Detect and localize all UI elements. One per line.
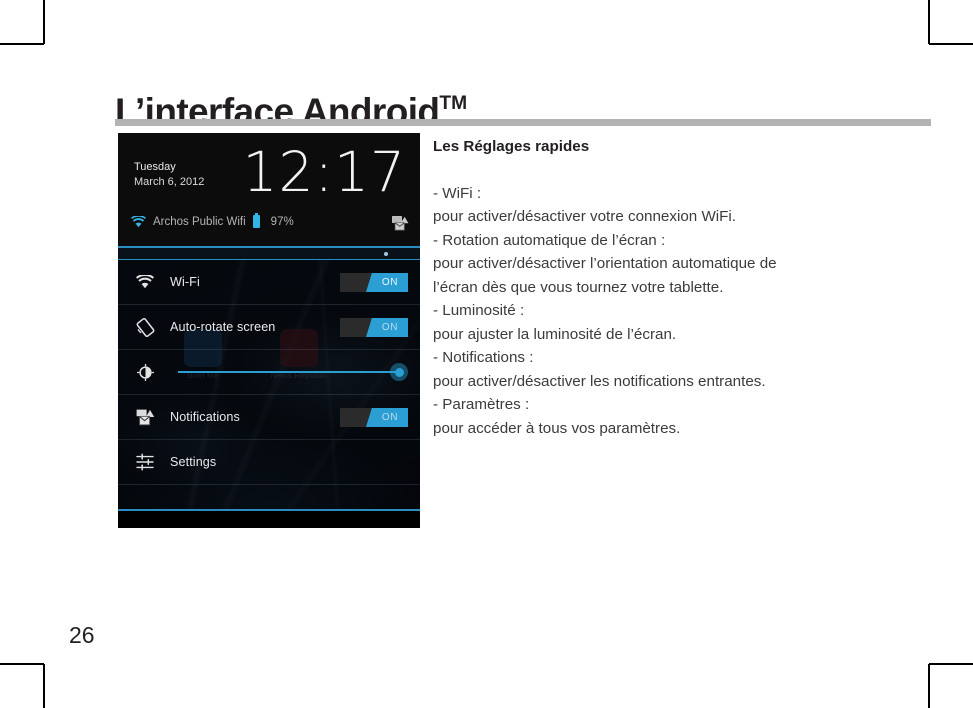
quick-setting-label: Auto-rotate screen bbox=[170, 320, 276, 334]
body-line: pour activer/désactiver l’orientation au… bbox=[433, 255, 777, 272]
body-line: pour activer/désactiver les notification… bbox=[433, 372, 766, 390]
toggle-state-label: ON bbox=[366, 273, 408, 292]
quick-setting-notifications[interactable]: Notifications ON bbox=[118, 395, 420, 440]
body-line: - Paramètres : bbox=[433, 396, 530, 413]
crop-mark-top-right-vertical bbox=[928, 0, 930, 44]
wifi-icon bbox=[132, 275, 158, 289]
body-copy: Les Réglages rapides - WiFi : pour activ… bbox=[433, 135, 903, 440]
crop-mark-bottom-right-vertical bbox=[928, 664, 930, 708]
date-block: Tuesday March 6, 2012 bbox=[134, 160, 204, 190]
body-lead: Les Réglages rapides bbox=[433, 138, 590, 155]
status-row: Archos Public Wifi 97% bbox=[131, 213, 294, 228]
handle-dot-icon bbox=[384, 252, 388, 256]
brightness-slider[interactable] bbox=[178, 363, 408, 381]
wifi-icon bbox=[131, 215, 146, 228]
battery-icon bbox=[252, 213, 260, 228]
notifications-toggle[interactable]: ON bbox=[340, 408, 408, 427]
weekday-label: Tuesday bbox=[134, 161, 176, 173]
wifi-ssid-label: Archos Public Wifi bbox=[153, 215, 246, 228]
quick-setting-label: Settings bbox=[170, 455, 217, 469]
body-line: - Luminosité : bbox=[433, 302, 525, 319]
crop-mark-top-right-horizontal bbox=[929, 43, 973, 45]
clock-label: 12:17 bbox=[242, 140, 406, 204]
body-line: pour accéder à tous vos paramètres. bbox=[433, 419, 681, 437]
quick-setting-settings[interactable]: Settings bbox=[118, 440, 420, 485]
notification-icon bbox=[132, 409, 158, 426]
battery-percent-label: 97% bbox=[270, 215, 294, 228]
crop-mark-bottom-left-vertical bbox=[43, 664, 45, 708]
navigation-bar[interactable] bbox=[118, 511, 420, 528]
crop-mark-top-left-vertical bbox=[43, 0, 45, 44]
body-line: - Notifications : bbox=[433, 349, 534, 366]
body-line: pour activer/désactiver votre connexion … bbox=[433, 208, 737, 225]
toggle-state-label: ON bbox=[366, 408, 408, 427]
body-line: l’écran dès que vous tournez votre table… bbox=[433, 278, 724, 296]
quick-setting-label: Wi-Fi bbox=[170, 275, 200, 289]
notification-alert-icon[interactable] bbox=[392, 216, 409, 231]
auto-rotate-toggle[interactable]: ON bbox=[340, 318, 408, 337]
body-line: - WiFi : bbox=[433, 184, 482, 202]
crop-mark-top-left-horizontal bbox=[0, 43, 44, 45]
trademark-symbol: TM bbox=[439, 92, 468, 114]
quick-setting-wifi[interactable]: Wi-Fi ON bbox=[118, 260, 420, 305]
slider-knob[interactable] bbox=[390, 363, 408, 381]
tablet-screenshot: Brief Me News Republic Tuesday March 6, … bbox=[118, 133, 420, 528]
toggle-state-label: ON bbox=[366, 318, 408, 337]
quick-setting-brightness[interactable] bbox=[118, 350, 420, 395]
body-line: pour ajuster la luminosité de l’écran. bbox=[433, 325, 677, 343]
crop-mark-bottom-right-horizontal bbox=[929, 663, 973, 665]
rotate-icon bbox=[132, 317, 158, 337]
date-label: March 6, 2012 bbox=[134, 176, 205, 188]
body-line: - Rotation automatique de l’écran : bbox=[433, 231, 666, 249]
page-number: 26 bbox=[69, 622, 95, 648]
wifi-toggle[interactable]: ON bbox=[340, 273, 408, 292]
quick-setting-label: Notifications bbox=[170, 410, 240, 424]
quick-settings-header: Tuesday March 6, 2012 12:17 Archos Publi… bbox=[118, 133, 420, 246]
settings-icon bbox=[132, 453, 158, 471]
quick-settings-rows: Wi-Fi ON Auto-rotate screen ON Notificat… bbox=[118, 260, 420, 528]
quick-setting-auto-rotate[interactable]: Auto-rotate screen ON bbox=[118, 305, 420, 350]
slider-track bbox=[178, 371, 396, 373]
brightness-icon bbox=[132, 363, 158, 381]
crop-mark-bottom-left-horizontal bbox=[0, 663, 44, 665]
title-divider-rule bbox=[115, 119, 931, 126]
panel-drag-handle[interactable] bbox=[118, 248, 420, 260]
